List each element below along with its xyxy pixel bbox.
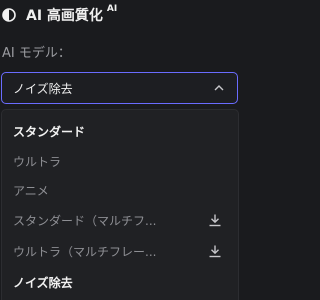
- option-label: スタンダード: [13, 124, 86, 139]
- option-label: ウルトラ（マルチフレー...: [13, 244, 157, 259]
- ai-model-selected-value: ノイズ除去: [13, 81, 73, 96]
- option-ultra-multiframe[interactable]: ウルトラ（マルチフレー...: [2, 237, 238, 265]
- chevron-up-icon: [213, 82, 225, 94]
- option-ultra[interactable]: ウルトラ: [2, 147, 238, 175]
- section-header: AI 高画質化 AI: [0, 0, 240, 30]
- option-label: ウルトラ: [13, 154, 62, 169]
- download-icon[interactable]: [208, 213, 222, 227]
- section-title: AI 高画質化: [26, 8, 103, 24]
- ai-enhance-panel: AI 高画質化 AI AI モデル： ノイズ除去 スタンダード ウルトラ アニメ…: [0, 0, 240, 300]
- option-label: ノイズ除去: [13, 275, 73, 290]
- option-label: アニメ: [13, 183, 49, 198]
- option-noise-reduction[interactable]: ノイズ除去: [2, 268, 238, 296]
- ai-model-dropdown-menu: スタンダード ウルトラ アニメ スタンダード（マルチフ... ウルトラ（マルチフ…: [1, 109, 239, 300]
- option-standard-multiframe[interactable]: スタンダード（マルチフ...: [2, 206, 238, 234]
- option-anime[interactable]: アニメ: [2, 176, 238, 204]
- contrast-icon: [2, 8, 16, 22]
- ai-model-label: AI モデル：: [2, 46, 71, 61]
- option-label: スタンダード（マルチフ...: [13, 213, 157, 228]
- ai-badge: AI: [106, 4, 118, 14]
- download-icon[interactable]: [208, 244, 222, 258]
- ai-model-select[interactable]: ノイズ除去: [1, 72, 238, 104]
- option-standard[interactable]: スタンダード: [2, 117, 238, 145]
